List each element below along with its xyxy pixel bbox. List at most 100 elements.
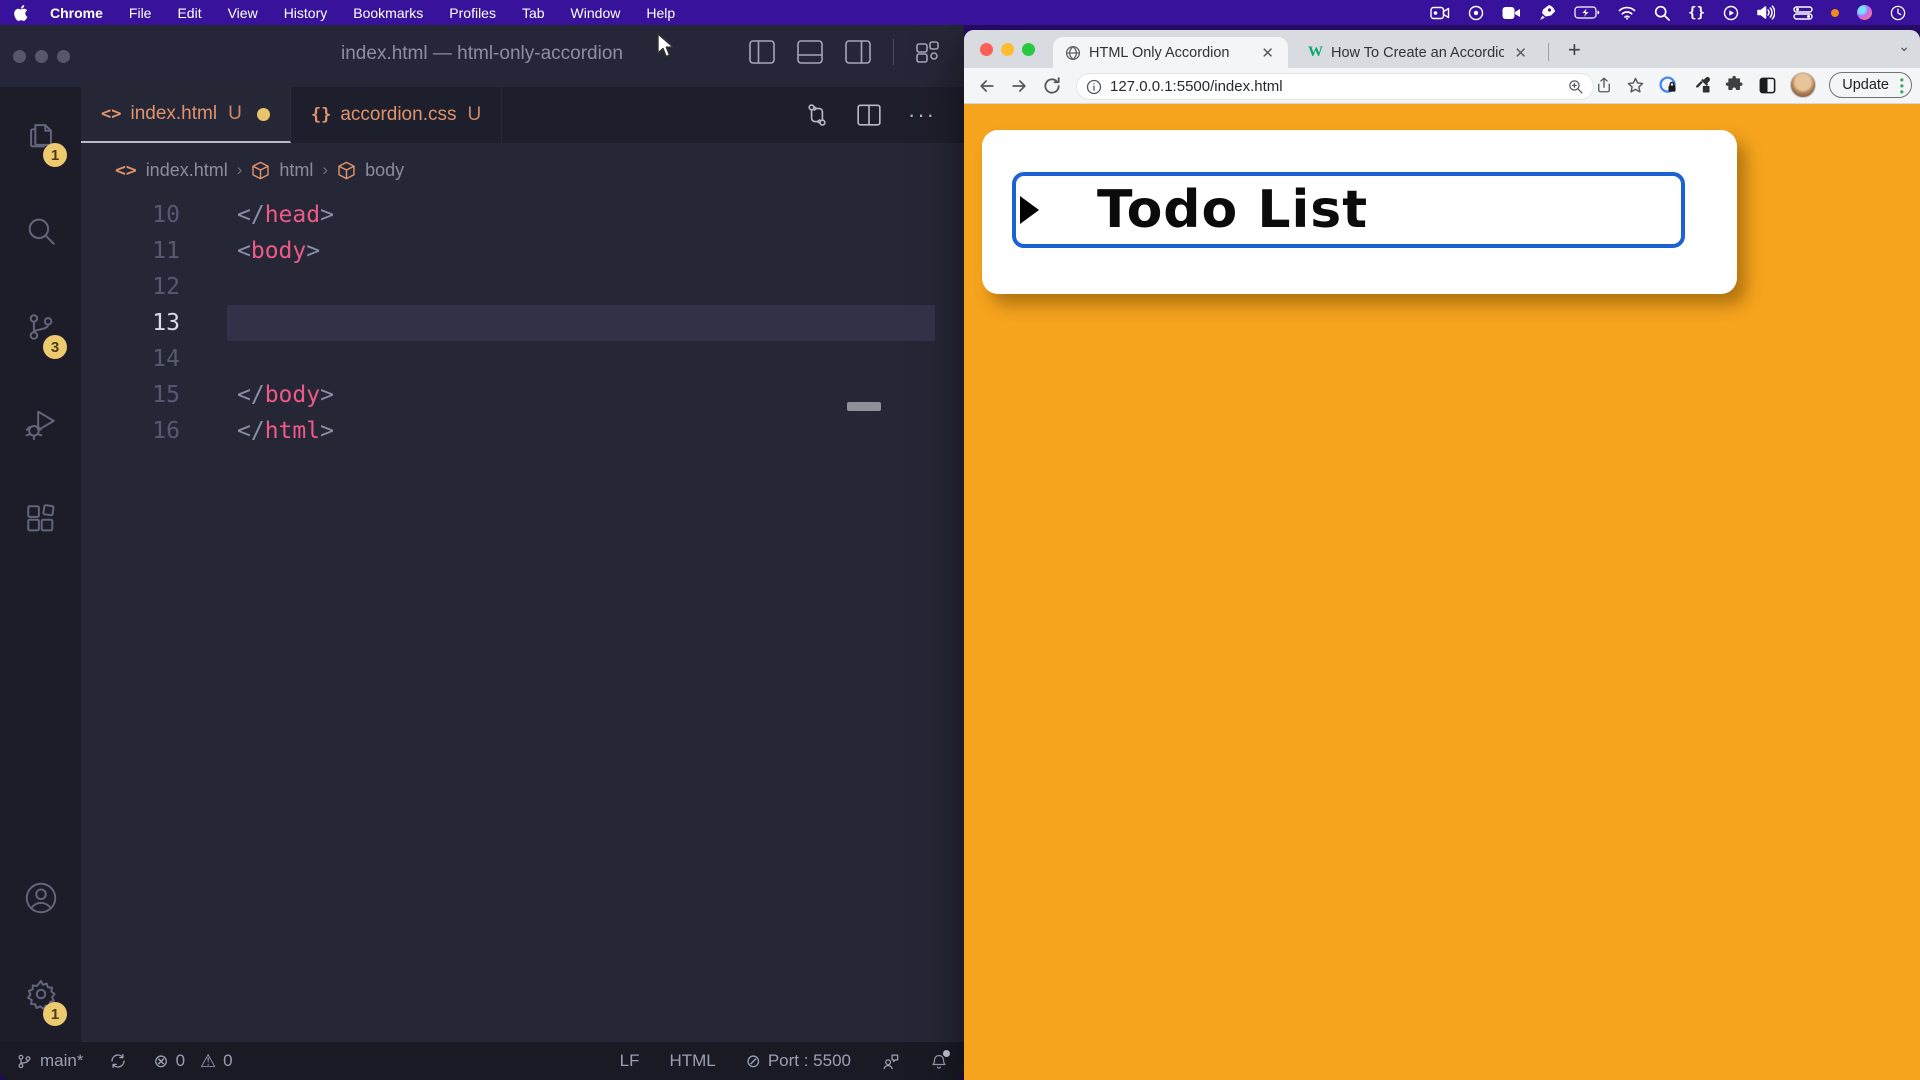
toggle-secondary-sidebar-icon[interactable]	[845, 40, 871, 64]
bookmark-star-icon[interactable]	[1626, 76, 1645, 95]
accordion-summary[interactable]: Todo List	[1012, 172, 1685, 248]
menu-item-window[interactable]: Window	[571, 5, 621, 21]
breadcrumb-html[interactable]: html	[279, 160, 313, 181]
code-line-13[interactable]: 13	[81, 305, 964, 341]
darkmode-extension-icon[interactable]	[1758, 76, 1777, 95]
code-line-14[interactable]: 14	[81, 341, 964, 377]
facetime-icon[interactable]	[1502, 6, 1521, 20]
menu-item-bookmarks[interactable]: Bookmarks	[353, 5, 423, 21]
menu-item-profiles[interactable]: Profiles	[449, 5, 496, 21]
code-line-12[interactable]: 12	[81, 269, 964, 305]
tab-divider	[1548, 43, 1549, 61]
git-branch-status[interactable]: main*	[16, 1051, 83, 1071]
menu-item-tab[interactable]: Tab	[522, 5, 545, 21]
vscode-titlebar[interactable]: index.html — html-only-accordion	[0, 25, 964, 87]
breadcrumb-body[interactable]: body	[365, 160, 404, 181]
control-center-icon[interactable]	[1793, 6, 1813, 20]
chrome-tab-w3schools[interactable]: W How To Create an Accordion ✕	[1296, 37, 1541, 68]
braces-icon[interactable]: {}	[1688, 5, 1705, 21]
update-menu-dots-icon: •••	[1900, 77, 1904, 95]
explorer-badge: 1	[43, 143, 67, 167]
volume-icon[interactable]	[1757, 5, 1775, 20]
toggle-primary-sidebar-icon[interactable]	[749, 40, 775, 64]
tab-label: accordion.css	[340, 104, 456, 126]
site-info-icon[interactable]	[1086, 79, 1102, 95]
close-tab-icon[interactable]: ✕	[1512, 44, 1529, 62]
address-bar[interactable]: 127.0.0.1:5500/index.html	[1076, 73, 1594, 100]
activity-extensions[interactable]	[0, 471, 81, 567]
siri-icon[interactable]	[1857, 5, 1872, 20]
clock-icon[interactable]	[1890, 5, 1906, 21]
activity-explorer[interactable]: 1	[0, 87, 81, 183]
activity-source-control[interactable]: 3	[0, 279, 81, 375]
activity-search[interactable]	[0, 183, 81, 279]
code-text: </html>	[237, 413, 334, 449]
accordion-title: Todo List	[1097, 180, 1368, 240]
privacy-extension-icon[interactable]	[1658, 75, 1679, 96]
tab-accordion-css[interactable]: {} accordion.css U	[291, 87, 502, 143]
more-actions-icon[interactable]: ···	[908, 102, 936, 128]
menu-item-edit[interactable]: Edit	[177, 5, 201, 21]
window-controls[interactable]	[964, 43, 1035, 56]
wifi-icon[interactable]	[1618, 6, 1636, 20]
chrome-tab-active[interactable]: HTML Only Accordion ✕	[1053, 37, 1288, 68]
close-tab-icon[interactable]: ✕	[1259, 44, 1276, 62]
back-button[interactable]	[976, 76, 998, 96]
toggle-panel-icon[interactable]	[797, 40, 823, 64]
sync-icon	[109, 1052, 127, 1070]
chrome-tabstrip: HTML Only Accordion ✕ W How To Create an…	[964, 30, 1920, 68]
sync-status[interactable]	[109, 1052, 127, 1070]
zoom-icon[interactable]	[1567, 78, 1584, 95]
url-text[interactable]: 127.0.0.1:5500/index.html	[1110, 78, 1559, 95]
extensions-puzzle-icon[interactable]	[1725, 75, 1745, 95]
code-line-11[interactable]: 11<body>	[81, 233, 964, 269]
problems-status[interactable]: ⊗ 0 ⚠ 0	[153, 1051, 232, 1072]
menu-app-name[interactable]: Chrome	[50, 5, 103, 21]
tab-title: How To Create an Accordion	[1331, 45, 1504, 61]
language-indicator[interactable]: HTML	[669, 1051, 715, 1071]
activity-run-debug[interactable]	[0, 375, 81, 471]
globe-favicon	[1065, 45, 1081, 61]
apple-menu-icon[interactable]	[14, 5, 28, 21]
profile-avatar[interactable]	[1790, 72, 1816, 98]
window-controls[interactable]	[0, 50, 70, 63]
scrollbar-handle[interactable]	[847, 402, 881, 411]
colorpicker-extension-icon[interactable]	[1692, 75, 1712, 95]
activity-settings[interactable]: 1	[0, 946, 81, 1042]
breadcrumb[interactable]: <> index.html › html › body	[81, 143, 964, 197]
share-icon[interactable]	[1595, 75, 1613, 95]
menu-item-view[interactable]: View	[228, 5, 258, 21]
play-circle-icon[interactable]	[1723, 5, 1739, 21]
modified-dot-icon[interactable]	[257, 108, 270, 121]
tab-title: HTML Only Accordion	[1089, 45, 1251, 61]
reload-button[interactable]	[1042, 76, 1062, 96]
feedback-icon[interactable]	[881, 1052, 900, 1071]
notifications-status[interactable]	[930, 1052, 948, 1071]
forward-button[interactable]	[1008, 76, 1030, 96]
breadcrumb-file[interactable]: index.html	[146, 160, 228, 181]
menu-item-history[interactable]: History	[284, 5, 328, 21]
update-button[interactable]: Update •••	[1829, 72, 1912, 98]
tab-search-chevron-icon[interactable]: ⌄	[1898, 38, 1910, 55]
new-tab-button[interactable]: +	[1560, 33, 1589, 67]
menu-item-help[interactable]: Help	[646, 5, 675, 21]
customize-layout-icon[interactable]	[916, 40, 942, 64]
split-editor-icon[interactable]	[856, 102, 882, 128]
open-changes-icon[interactable]	[804, 101, 830, 129]
record-icon[interactable]	[1468, 5, 1484, 21]
symbol-cube-icon	[251, 161, 270, 180]
battery-icon[interactable]	[1574, 6, 1600, 19]
code-line-10[interactable]: 10</head>	[81, 197, 964, 233]
code-editor[interactable]: 10</head>11<body>12131415</body>16</html…	[81, 197, 964, 1042]
live-server-port[interactable]: ⊘ Port : 5500	[746, 1051, 851, 1072]
code-line-16[interactable]: 16</html>	[81, 413, 964, 449]
rocket-icon[interactable]	[1539, 4, 1556, 21]
tab-index-html[interactable]: <> index.html U	[81, 87, 291, 143]
eol-indicator[interactable]: LF	[620, 1051, 640, 1071]
code-line-15[interactable]: 15</body>	[81, 377, 964, 413]
chevron-right-icon: ›	[322, 160, 328, 180]
activity-account[interactable]	[0, 850, 81, 946]
search-icon[interactable]	[1654, 5, 1670, 21]
video-camera-icon[interactable]	[1430, 6, 1450, 20]
menu-item-file[interactable]: File	[129, 5, 152, 21]
